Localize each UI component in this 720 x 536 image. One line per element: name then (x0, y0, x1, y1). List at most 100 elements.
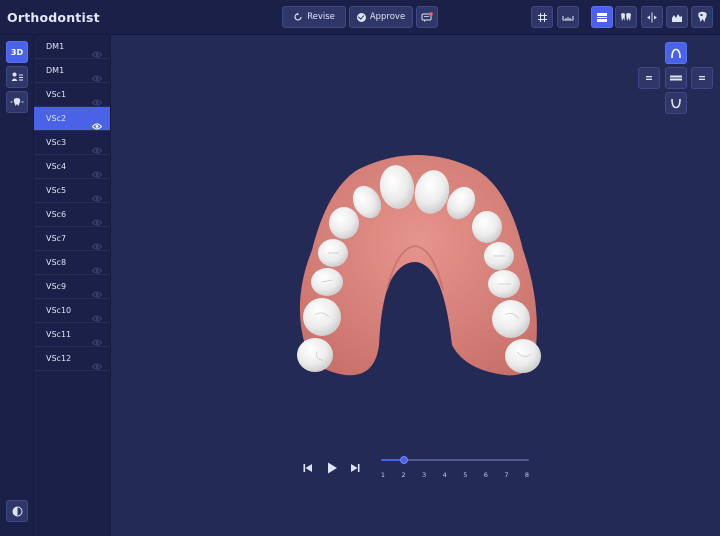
tooth-upper-left-premolar-2 (311, 268, 343, 296)
stage-label: DM1 (46, 66, 65, 75)
stage-item[interactable]: VSc2 (34, 107, 110, 131)
3d-view-button[interactable]: 3D (6, 41, 28, 63)
stage-item[interactable]: VSc4 (34, 155, 110, 179)
dental-arch-model[interactable] (287, 130, 547, 380)
timeline-handle[interactable] (399, 456, 408, 464)
stage-item[interactable]: VSc5 (34, 179, 110, 203)
stage-item[interactable]: VSc8 (34, 251, 110, 275)
stage-item[interactable]: VSc12 (34, 347, 110, 371)
playback-bar: 1 2 3 4 5 6 7 8 (301, 455, 541, 485)
eye-icon[interactable] (91, 291, 103, 298)
tooth-upper-left-canine (329, 207, 359, 239)
timeline-tick-label: 6 (483, 471, 488, 479)
tooth-upper-left-molar-1 (303, 298, 341, 336)
stage-label: VSc3 (46, 138, 67, 147)
left-view-icon (646, 76, 652, 80)
stage-item[interactable]: VSc3 (34, 131, 110, 155)
teeth-button[interactable] (615, 6, 637, 28)
front-view-button[interactable] (665, 67, 687, 89)
eye-icon[interactable] (91, 267, 103, 274)
top-toolbar: Orthodontist Revise Approve (0, 0, 720, 35)
stage-list: DM1 DM1 VSc1 VSc2 VSc3 VSc4 VSc5 VSc6 VSc7 VSc8 VS… (34, 35, 111, 536)
eye-icon[interactable] (91, 339, 103, 346)
eye-icon[interactable] (91, 219, 103, 226)
play-button[interactable] (325, 460, 339, 474)
timeline-tick-label: 8 (524, 471, 530, 479)
stage-label: VSc10 (46, 306, 72, 315)
chat-bubble-icon (421, 11, 433, 22)
eye-icon[interactable] (91, 315, 103, 322)
upper-arch-button[interactable] (665, 42, 687, 64)
eye-icon[interactable] (91, 99, 103, 106)
ruler-button[interactable] (557, 6, 579, 28)
visibility-toggle[interactable] (91, 355, 103, 374)
stage-label: VSc2 (46, 114, 67, 123)
patient-info-button[interactable] (6, 66, 28, 88)
right-view-button[interactable] (691, 67, 713, 89)
tooth-upper-left-molar-2 (297, 338, 333, 372)
contrast-icon (12, 506, 22, 516)
occlusion-icon (597, 12, 607, 22)
message-button[interactable] (416, 6, 438, 28)
chart-button[interactable] (666, 6, 688, 28)
grid-icon (537, 12, 547, 22)
stage-item[interactable]: VSc11 (34, 323, 110, 347)
split-view-button[interactable] (641, 6, 663, 28)
timeline-tick-label: 5 (463, 471, 468, 479)
stage-item[interactable]: VSc1 (34, 83, 110, 107)
eye-icon[interactable] (91, 147, 103, 154)
stage-label: VSc8 (46, 258, 67, 267)
tooth-chart-button[interactable] (6, 91, 28, 113)
front-view-icon (670, 75, 682, 81)
right-view-icon (699, 76, 705, 80)
grid-button[interactable] (531, 6, 553, 28)
approve-button[interactable]: Approve (349, 6, 413, 28)
skip-forward-button[interactable] (348, 460, 362, 474)
eye-icon[interactable] (91, 75, 103, 82)
stage-item[interactable]: DM1 (34, 35, 110, 59)
timeline-slider[interactable]: 1 2 3 4 5 6 7 8 (381, 456, 529, 479)
timeline-tick-label: 1 (380, 471, 386, 479)
app-title: Orthodontist (7, 10, 100, 25)
revise-label: Revise (307, 12, 335, 22)
timeline-tick-label: 2 (401, 471, 406, 479)
stage-item[interactable]: VSc6 (34, 203, 110, 227)
upper-arch-icon (671, 48, 681, 58)
eye-icon[interactable] (91, 363, 103, 370)
approve-label: Approve (369, 12, 406, 22)
chart-icon (672, 13, 682, 22)
lower-arch-button[interactable] (665, 92, 687, 114)
timeline-tick-label: 4 (442, 471, 447, 479)
skip-back-button[interactable] (301, 460, 315, 474)
stage-label: VSc1 (46, 90, 67, 99)
left-view-button[interactable] (638, 67, 660, 89)
stage-label: VSc7 (46, 234, 67, 243)
stage-item[interactable]: VSc9 (34, 275, 110, 299)
split-view-icon (647, 12, 657, 22)
revise-icon (294, 12, 302, 21)
stage-label: VSc9 (46, 282, 67, 291)
occlusion-button[interactable] (591, 6, 613, 28)
tooth-upper-right-canine (472, 211, 502, 243)
timeline-tick-label: 7 (504, 471, 509, 479)
skip-forward-icon (351, 464, 360, 472)
revise-button[interactable]: Revise (282, 6, 346, 28)
3d-viewport[interactable]: 1 2 3 4 5 6 7 8 (111, 35, 720, 536)
play-icon (328, 462, 337, 474)
stage-item[interactable]: DM1 (34, 59, 110, 83)
stage-label: VSc5 (46, 186, 67, 195)
eye-icon[interactable] (91, 195, 103, 202)
eye-icon[interactable] (91, 123, 103, 130)
patient-info-icon (11, 72, 23, 81)
stage-item[interactable]: VSc10 (34, 299, 110, 323)
single-tooth-button[interactable] (691, 6, 713, 28)
app-window: Orthodontist Revise Approve 3D DM1 DM1 V… (0, 0, 720, 536)
left-rail: 3D (0, 35, 34, 536)
stage-item[interactable]: VSc7 (34, 227, 110, 251)
lower-arch-icon (671, 98, 681, 108)
eye-icon[interactable] (91, 51, 103, 58)
eye-icon[interactable] (91, 243, 103, 250)
skip-back-icon (303, 464, 312, 472)
eye-icon[interactable] (91, 171, 103, 178)
contrast-button[interactable] (6, 500, 28, 522)
